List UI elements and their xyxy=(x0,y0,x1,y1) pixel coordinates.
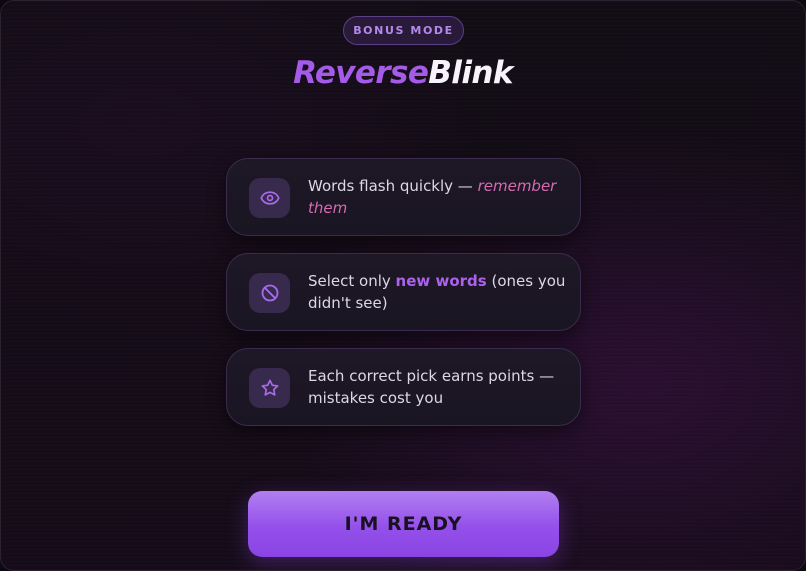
rule-text-plain: Select only xyxy=(308,272,396,290)
rule-text: Select only new words (ones you didn't s… xyxy=(308,270,570,314)
im-ready-button[interactable]: I'M READY xyxy=(248,491,559,557)
rule-text-plain: Words flash quickly — xyxy=(308,177,478,195)
rule-card-flash: Words flash quickly — remember them xyxy=(226,158,581,236)
rule-text: Each correct pick earns points — mistake… xyxy=(308,365,570,409)
mode-badge: BONUS MODE xyxy=(343,16,464,45)
title-part-reverse: Reverse xyxy=(293,55,429,91)
title-part-blink: Blink xyxy=(428,55,513,91)
game-title: ReverseBlink xyxy=(1,51,805,95)
star-icon xyxy=(249,368,290,408)
ban-icon xyxy=(249,273,290,313)
rule-text: Words flash quickly — remember them xyxy=(308,175,570,219)
eye-icon xyxy=(249,178,290,218)
rule-card-points: Each correct pick earns points — mistake… xyxy=(226,348,581,426)
rule-text-plain: Each correct pick earns points — mistake… xyxy=(308,367,555,407)
rule-highlight: new words xyxy=(395,272,487,290)
game-screen: BONUS MODE ReverseBlink Words flash quic… xyxy=(0,0,806,571)
rule-card-select: Select only new words (ones you didn't s… xyxy=(226,253,581,331)
